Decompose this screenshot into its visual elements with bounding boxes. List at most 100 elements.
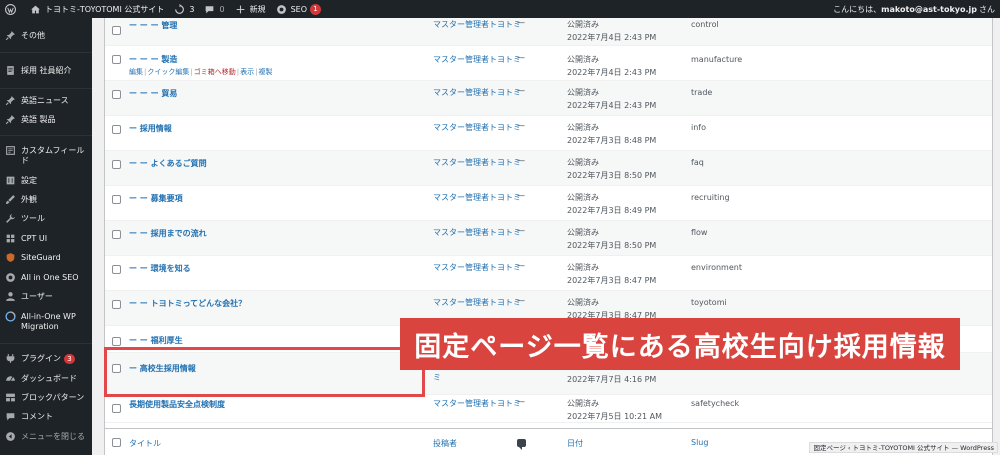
comment-icon	[206, 5, 214, 13]
comment-icon	[6, 413, 15, 421]
row-checkbox[interactable]	[112, 300, 121, 309]
sidebar-item-appearance[interactable]: 外観	[0, 195, 92, 205]
table-row: ー ー 環境を知る マスター管理者トヨトミ — 公開済み 2022年7月3日 8:…	[105, 256, 992, 291]
publish-date: 2022年7月3日 8:47 PM	[567, 276, 657, 285]
row-checkbox[interactable]	[112, 230, 121, 239]
browser-status-tooltip: 固定ページ ‹ トヨトミ-TOYOTOMI 公式サイト — WordPress	[809, 442, 998, 453]
row-checkbox[interactable]	[112, 125, 121, 134]
page-slug: trade	[691, 88, 713, 97]
row-checkbox[interactable]	[112, 404, 121, 413]
page-slug: safetycheck	[691, 399, 740, 408]
comment-count: —	[517, 121, 525, 130]
site-name: トヨトミ-TOYOTOMI 公式サイト	[45, 4, 165, 14]
author-link[interactable]: ミ	[433, 371, 533, 384]
duplicate-link[interactable]: 複製	[258, 68, 272, 76]
publish-date: 2022年7月3日 8:48 PM	[567, 136, 657, 145]
page-slug: recruiting	[691, 193, 730, 202]
author-column-header: 投稿者	[433, 439, 457, 448]
collapse-icon	[6, 432, 15, 441]
page-title-link[interactable]: ー ー 環境を知る	[129, 263, 191, 274]
sidebar-item-cpt-ui[interactable]: CPT UI	[0, 234, 92, 244]
publish-status: 公開済み	[567, 123, 599, 132]
comment-count: —	[517, 53, 525, 62]
sidebar-item-recruit-staff[interactable]: 採用 社員紹介	[0, 66, 92, 76]
sidebar-item-aioseo[interactable]: All in One SEO	[0, 273, 92, 283]
sidebar-item-plugins[interactable]: プラグイン 3	[0, 354, 92, 364]
wp-logo-button[interactable]	[0, 0, 25, 18]
wordpress-icon	[5, 3, 16, 15]
admin-sidebar: その他 採用 社員紹介 英語ニュース 英語 製品 カスタムフィールド 設定 外観…	[0, 18, 92, 455]
row-actions: 編集|クイック編集|ゴミ箱へ移動|表示|複製	[129, 68, 273, 76]
annotation-callout: 固定ページ一覧にある高校生向け採用情報	[400, 318, 960, 370]
edit-link[interactable]: 編集	[129, 68, 143, 76]
sidebar-item-custom-fields[interactable]: カスタムフィールド	[0, 146, 92, 166]
publish-status: 公開済み	[567, 399, 599, 408]
user-name: makoto@ast-tokyo.jp	[881, 4, 977, 14]
updates-link[interactable]: 3	[169, 0, 199, 18]
row-checkbox[interactable]	[112, 337, 121, 346]
sort-by-title[interactable]: タイトル	[129, 438, 161, 449]
page-title-link[interactable]: ー ー 募集要項	[129, 193, 183, 204]
view-link[interactable]: 表示	[240, 68, 254, 76]
publish-status: 公開済み	[567, 228, 599, 237]
page-slug: info	[691, 123, 707, 132]
page-title-link[interactable]: ー ー ー 製造	[129, 54, 177, 65]
sidebar-item-settings[interactable]: 設定	[0, 176, 92, 186]
new-content-link[interactable]: 新規	[230, 0, 271, 18]
siteguard-icon	[6, 253, 15, 262]
sort-by-date[interactable]: 日付	[567, 438, 583, 449]
wrench-icon	[6, 214, 15, 223]
table-row: ー ー ー 貿易 マスター管理者トヨトミ — 公開済み 2022年7月4日 2:4…	[105, 81, 992, 116]
comment-count: —	[517, 86, 525, 95]
sidebar-item-users[interactable]: ユーザー	[0, 292, 92, 302]
page-title-link[interactable]: ー 採用情報	[129, 123, 172, 134]
sidebar-item-tools[interactable]: ツール	[0, 214, 92, 224]
new-label: 新規	[249, 4, 266, 14]
row-checkbox[interactable]	[112, 90, 121, 99]
my-account-link[interactable]: こんにちは、 makoto@ast-tokyo.jp さん	[828, 0, 1000, 18]
sidebar-item-dashboard[interactable]: ダッシュボード	[0, 374, 92, 384]
sidebar-item-english-news[interactable]: 英語ニュース	[0, 96, 92, 106]
page-slug: manufacture	[691, 55, 743, 64]
page-title-link[interactable]: ー ー トヨトミってどんな会社？	[129, 298, 246, 309]
page-title-link[interactable]: ー ー 採用までの流れ	[129, 228, 207, 239]
page-title-link[interactable]: ー ー 福利厚生	[129, 335, 183, 346]
aioseo-icon	[6, 273, 15, 282]
table-row: ー ー ー 管理 マスター管理者トヨトミ — 公開済み 2022年7月4日 2:4…	[105, 18, 992, 46]
page-title-link[interactable]: ー ー よくあるご質問	[129, 158, 207, 169]
page-title-link[interactable]: 長期使用製品安全点検制度	[129, 399, 225, 410]
honorific: さん	[979, 4, 995, 14]
trash-link[interactable]: ゴミ箱へ移動	[194, 68, 236, 76]
row-checkbox[interactable]	[112, 195, 121, 204]
sidebar-item-english-products[interactable]: 英語 製品	[0, 115, 92, 125]
comment-icon	[517, 439, 526, 450]
page-title-link[interactable]: ー ー ー 貿易	[129, 88, 177, 99]
custom-fields-icon	[6, 146, 15, 155]
comment-count: —	[517, 296, 525, 305]
comment-count: —	[517, 156, 525, 165]
page-slug: control	[691, 20, 719, 29]
comment-count: —	[517, 191, 525, 200]
site-name-link[interactable]: トヨトミ-TOYOTOMI 公式サイト	[25, 0, 169, 18]
row-checkbox[interactable]	[112, 160, 121, 169]
seo-menu-link[interactable]: SEO 1	[271, 0, 326, 18]
sort-by-slug[interactable]: Slug	[691, 438, 708, 447]
quick-edit-link[interactable]: クイック編集	[147, 68, 189, 76]
comment-count: —	[517, 397, 525, 406]
sidebar-item-siteguard[interactable]: SiteGuard	[0, 253, 92, 263]
select-all-checkbox[interactable]	[112, 438, 121, 447]
row-checkbox[interactable]	[112, 26, 121, 35]
sidebar-item-other[interactable]: その他	[0, 31, 92, 41]
seo-label: SEO	[290, 4, 307, 14]
sidebar-item-comments[interactable]: コメント	[0, 412, 92, 422]
sidebar-item-wp-migration[interactable]: All-in-One WP Migration	[0, 311, 92, 332]
page-title-link[interactable]: ー ー ー 管理	[129, 20, 177, 31]
row-checkbox[interactable]	[112, 55, 121, 64]
collapse-menu-button[interactable]: メニューを閉じる	[0, 432, 92, 442]
sidebar-item-block-patterns[interactable]: ブロックパターン	[0, 393, 92, 403]
settings-icon	[6, 176, 15, 185]
menu-separator	[0, 343, 92, 344]
publish-status: 公開済み	[567, 55, 599, 64]
row-checkbox[interactable]	[112, 265, 121, 274]
comments-link[interactable]: 0	[199, 0, 229, 18]
